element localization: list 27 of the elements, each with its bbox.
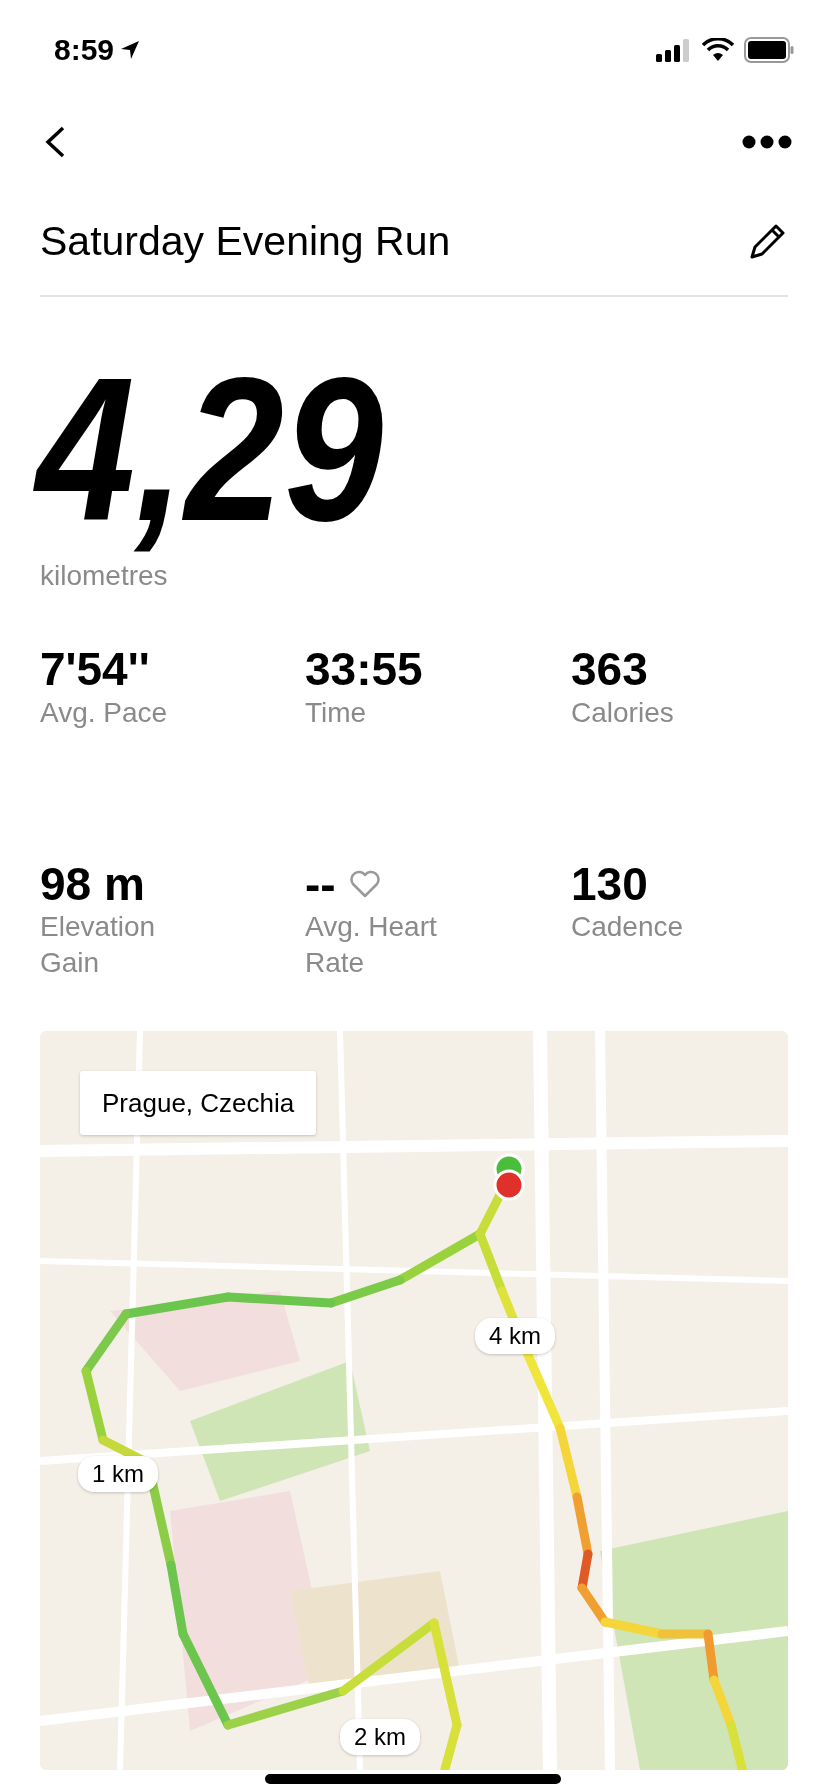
stat-label: Avg. Pace	[40, 695, 169, 730]
back-button[interactable]	[44, 125, 66, 159]
stat-value: 363	[571, 644, 648, 695]
more-button[interactable]	[742, 135, 792, 149]
finish-marker-icon	[493, 1169, 525, 1201]
stat-value: 130	[571, 858, 648, 910]
stat-value: 7'54''	[40, 644, 150, 695]
stat-label: Calories	[571, 695, 675, 730]
distance-marker: 4 km	[475, 1318, 555, 1355]
stat-value: 33:55	[305, 644, 423, 695]
heart-icon	[349, 869, 380, 898]
distance-marker: 1 km	[78, 1456, 158, 1493]
stat-label: Cadence	[571, 910, 685, 945]
stat-value: --	[305, 858, 336, 910]
battery-icon	[744, 37, 794, 63]
signal-icon	[656, 38, 692, 62]
stat-label: Avg. Heart Rate	[305, 910, 438, 981]
stat-value: 98 m	[40, 858, 145, 910]
activity-title: Saturday Evening Run	[40, 218, 451, 265]
location-arrow-icon	[120, 40, 141, 60]
stat-label: Elevation Gain	[40, 910, 157, 981]
distance-marker: 2 km	[340, 1719, 420, 1756]
location-label: Prague, Czechia	[80, 1071, 317, 1136]
status-time: 8:59	[54, 33, 115, 67]
stat-label: Time	[305, 695, 368, 730]
wifi-icon	[702, 38, 734, 62]
distance-unit: kilometres	[40, 560, 168, 591]
